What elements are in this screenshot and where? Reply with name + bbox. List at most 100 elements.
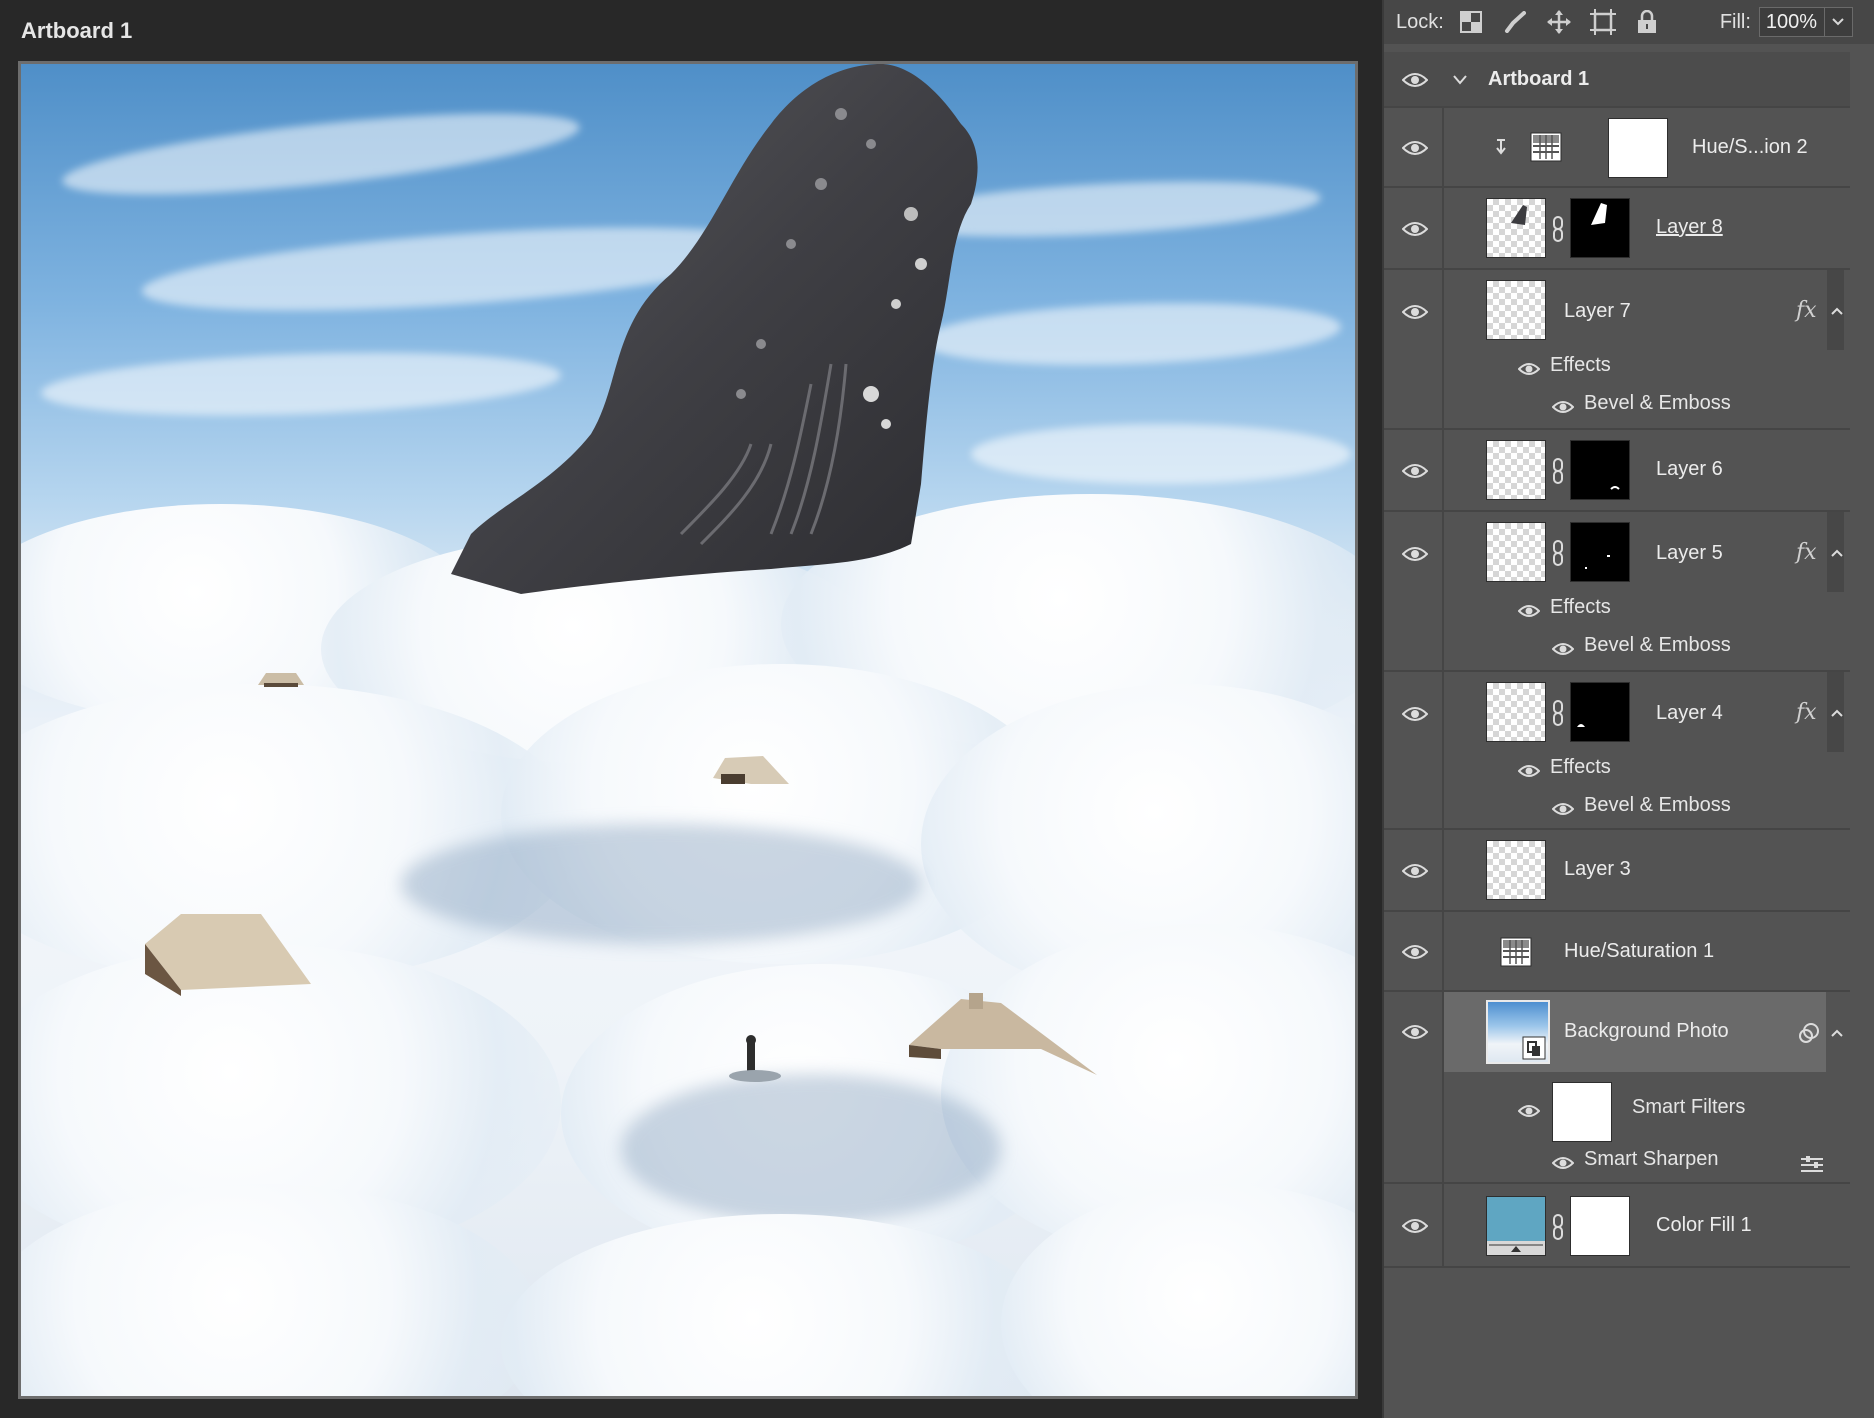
layer-thumbnail[interactable] bbox=[1486, 198, 1546, 258]
layer-row-background-photo[interactable]: Background Photo Smart Filters Smart Sha… bbox=[1384, 992, 1850, 1184]
eye-icon[interactable] bbox=[1402, 221, 1428, 237]
layer-row-artboard[interactable]: Artboard 1 bbox=[1384, 52, 1850, 108]
layer-thumbnail[interactable] bbox=[1486, 682, 1546, 742]
eye-icon[interactable] bbox=[1402, 944, 1428, 960]
eye-icon[interactable] bbox=[1402, 546, 1428, 562]
house-roof-left bbox=[145, 914, 311, 996]
eye-icon[interactable] bbox=[1402, 863, 1428, 879]
eye-icon[interactable] bbox=[1402, 463, 1428, 479]
lock-image-pixels-icon[interactable] bbox=[1502, 9, 1528, 35]
chevron-up-icon[interactable] bbox=[1830, 1028, 1844, 1038]
eye-icon[interactable] bbox=[1402, 1218, 1428, 1234]
artboard-canvas[interactable] bbox=[18, 61, 1358, 1399]
artboard-name: Artboard 1 bbox=[1488, 68, 1590, 90]
layer-mask-thumbnail[interactable] bbox=[1608, 118, 1668, 178]
whale-thumbnail-image bbox=[1511, 205, 1527, 225]
artboard-title: Artboard 1 bbox=[21, 18, 133, 43]
effect-bevel-emboss[interactable]: Bevel & Emboss bbox=[1584, 392, 1731, 415]
eye-icon[interactable] bbox=[1402, 304, 1428, 320]
layer-row-layer-8[interactable]: Layer 8 bbox=[1384, 188, 1850, 270]
layer-thumbnail[interactable] bbox=[1486, 440, 1546, 500]
layer-mask-thumbnail[interactable] bbox=[1570, 682, 1630, 742]
layer-row-layer-5[interactable]: Layer 5 fx Effects Bevel & Emboss bbox=[1384, 512, 1850, 672]
eye-icon[interactable] bbox=[1552, 642, 1574, 656]
visibility-column bbox=[1384, 52, 1444, 106]
mask-shape bbox=[1591, 203, 1607, 225]
lock-toolbar: Lock: Fill: 100% bbox=[1384, 0, 1874, 44]
boat-with-figure bbox=[729, 1035, 781, 1082]
layer-name: Color Fill 1 bbox=[1656, 1214, 1752, 1236]
smart-filter-mask-thumbnail[interactable] bbox=[1552, 1082, 1612, 1142]
eye-icon[interactable] bbox=[1552, 1156, 1574, 1170]
lock-artboard-icon[interactable] bbox=[1589, 9, 1616, 35]
eye-icon[interactable] bbox=[1402, 706, 1428, 722]
layer-name: Layer 8 bbox=[1656, 216, 1723, 238]
layer-name: Layer 3 bbox=[1564, 858, 1631, 880]
fx-icon[interactable]: fx bbox=[1796, 700, 1817, 725]
house-roof-middle bbox=[713, 756, 789, 784]
eye-icon[interactable] bbox=[1518, 604, 1540, 618]
layer-row-layer-4[interactable]: Layer 4 fx Effects Bevel & Emboss bbox=[1384, 672, 1850, 830]
fill-input[interactable]: 100% bbox=[1758, 7, 1825, 37]
lock-transparent-pixels-icon[interactable] bbox=[1458, 9, 1484, 35]
visibility-column bbox=[1384, 512, 1444, 670]
eye-icon[interactable] bbox=[1518, 362, 1540, 376]
lock-all-icon[interactable] bbox=[1634, 9, 1660, 35]
eye-icon[interactable] bbox=[1402, 1024, 1428, 1040]
layer-thumbnail[interactable] bbox=[1486, 522, 1546, 582]
link-icon[interactable] bbox=[1552, 540, 1564, 566]
chevron-down-icon[interactable] bbox=[1452, 74, 1468, 86]
smart-object-icon bbox=[1522, 1036, 1546, 1060]
layer-row-hue-saturation-2[interactable]: Hue/S...ion 2 bbox=[1384, 108, 1850, 188]
cloud-shadow bbox=[401, 824, 921, 944]
effect-bevel-emboss[interactable]: Bevel & Emboss bbox=[1584, 794, 1731, 817]
layer-thumbnail[interactable] bbox=[1486, 280, 1546, 340]
smart-filters-label: Smart Filters bbox=[1632, 1096, 1746, 1118]
layer-row-layer-3[interactable]: Layer 3 bbox=[1384, 830, 1850, 912]
eye-icon[interactable] bbox=[1552, 802, 1574, 816]
link-icon[interactable] bbox=[1552, 216, 1564, 242]
smart-object-thumbnail[interactable] bbox=[1486, 1000, 1550, 1064]
chevron-down-icon bbox=[1832, 18, 1845, 26]
smart-filter-indicator-icon[interactable] bbox=[1798, 1022, 1820, 1044]
mask-shape bbox=[1585, 555, 1610, 569]
visibility-column bbox=[1384, 108, 1444, 186]
fill-dropdown-button[interactable] bbox=[1824, 7, 1853, 37]
eye-icon[interactable] bbox=[1402, 72, 1428, 88]
eye-icon[interactable] bbox=[1518, 1104, 1540, 1118]
canvas-area[interactable]: Artboard 1 bbox=[0, 0, 1382, 1418]
chevron-up-icon[interactable] bbox=[1830, 548, 1844, 558]
fx-icon[interactable]: fx bbox=[1796, 540, 1817, 565]
effects-label: Effects bbox=[1550, 596, 1611, 618]
visibility-column bbox=[1384, 672, 1444, 828]
layer-row-hue-saturation-1[interactable]: Hue/Saturation 1 bbox=[1384, 912, 1850, 992]
link-icon[interactable] bbox=[1552, 700, 1564, 726]
eye-icon[interactable] bbox=[1552, 400, 1574, 414]
layer-mask-thumbnail[interactable] bbox=[1570, 522, 1630, 582]
layer-row-layer-6[interactable]: Layer 6 bbox=[1384, 430, 1850, 512]
effect-bevel-emboss[interactable]: Bevel & Emboss bbox=[1584, 634, 1731, 657]
visibility-column bbox=[1384, 430, 1444, 510]
link-icon[interactable] bbox=[1552, 1214, 1564, 1240]
visibility-column bbox=[1384, 830, 1444, 910]
layer-mask-thumbnail[interactable] bbox=[1570, 440, 1630, 500]
eye-icon[interactable] bbox=[1518, 764, 1540, 778]
visibility-column bbox=[1384, 270, 1444, 428]
filter-smart-sharpen[interactable]: Smart Sharpen bbox=[1584, 1148, 1719, 1171]
color-fill-thumbnail[interactable] bbox=[1486, 1196, 1546, 1256]
fx-icon[interactable]: fx bbox=[1796, 298, 1817, 323]
link-icon[interactable] bbox=[1552, 458, 1564, 484]
layer-thumbnail[interactable] bbox=[1486, 840, 1546, 900]
layer-mask-thumbnail[interactable] bbox=[1570, 198, 1630, 258]
layer-mask-thumbnail[interactable] bbox=[1570, 1196, 1630, 1256]
lock-position-icon[interactable] bbox=[1546, 9, 1572, 35]
eye-icon[interactable] bbox=[1402, 140, 1428, 156]
filter-blending-options-icon[interactable] bbox=[1800, 1156, 1824, 1174]
mask-shape bbox=[1577, 724, 1585, 727]
chevron-up-icon[interactable] bbox=[1830, 306, 1844, 316]
layer-row-color-fill-1[interactable]: Color Fill 1 bbox=[1384, 1184, 1850, 1268]
chevron-up-icon[interactable] bbox=[1830, 708, 1844, 718]
layer-name: Layer 6 bbox=[1656, 458, 1723, 480]
adjustment-layer-icon bbox=[1530, 132, 1562, 162]
layer-row-layer-7[interactable]: Layer 7 fx Effects Bevel & Emboss bbox=[1384, 270, 1850, 430]
